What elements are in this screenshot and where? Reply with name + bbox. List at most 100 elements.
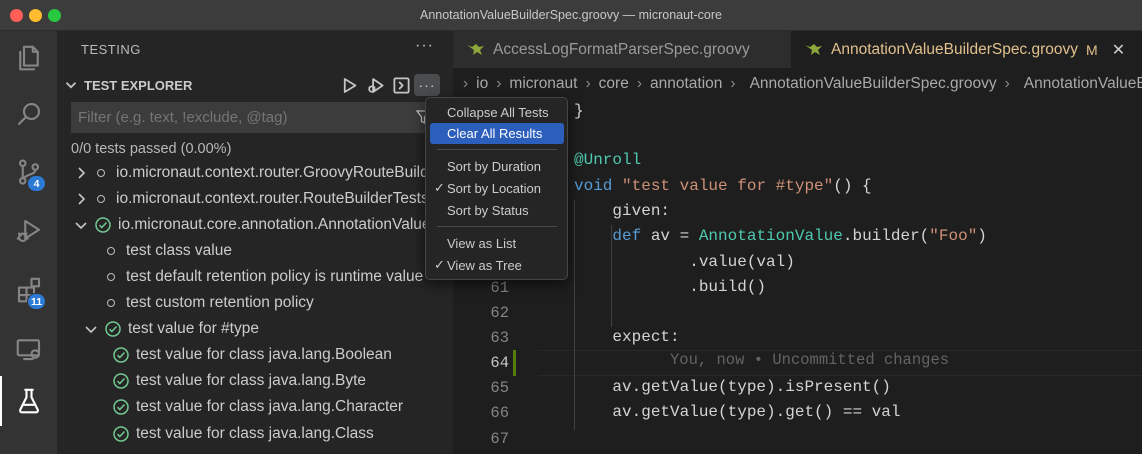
chevron-down-icon xyxy=(62,76,80,94)
breadcrumb-separator: › xyxy=(636,75,642,92)
activity-extensions[interactable]: 11 xyxy=(0,265,57,315)
line-number: 67 xyxy=(490,430,509,448)
groovy-file-icon xyxy=(467,43,484,55)
activity-bar: 4 11 xyxy=(0,31,57,454)
breadcrumb-item[interactable]: AnnotationValueBuilderSpec xyxy=(1024,75,1142,93)
menu-item-label: View as Tree xyxy=(447,258,522,273)
sidebar-title: TESTING xyxy=(81,42,141,57)
code-line: void "test value for #type"() { xyxy=(574,177,872,195)
breadcrumb-separator: › xyxy=(1004,75,1010,92)
breadcrumb-item[interactable]: micronaut xyxy=(509,75,577,93)
code-line: av.getValue(type).isPresent() xyxy=(574,378,891,396)
chevron-down-icon xyxy=(83,321,99,337)
menu-item-sort-by-duration[interactable]: Sort by Duration xyxy=(430,156,564,177)
tree-item-label: io.micronaut.context.router.GroovyRouteB… xyxy=(116,164,453,181)
tree-item-default-retention[interactable]: test default retention policy is runtime… xyxy=(105,264,423,290)
line-number: 64 xyxy=(490,354,509,372)
line-number: 63 xyxy=(490,329,509,347)
run-debug-icon xyxy=(16,219,40,243)
not-run-icon xyxy=(107,247,115,255)
close-tab-icon[interactable]: ✕ xyxy=(1112,40,1125,60)
activity-testing[interactable] xyxy=(0,376,57,426)
tree-item-test-value-for-type[interactable]: test value for #type xyxy=(83,316,259,342)
ellipsis-icon: ··· xyxy=(418,77,436,93)
passed-icon xyxy=(95,217,111,233)
activity-search[interactable] xyxy=(0,89,57,139)
check-icon: ✓ xyxy=(434,180,445,195)
menu-item-sort-by-location[interactable]: ✓ Sort by Location xyxy=(430,178,564,199)
passed-icon xyxy=(113,347,129,363)
debug-run-icon xyxy=(367,77,384,93)
tree-item-boolean[interactable]: test value for class java.lang.Boolean xyxy=(113,342,392,368)
modified-indicator: M xyxy=(1086,41,1098,58)
open-output-button[interactable] xyxy=(388,74,414,96)
tree-item-label: test value for class java.lang.Boolean xyxy=(136,346,392,363)
breadcrumb: › io › micronaut › core › annotation › A… xyxy=(453,71,1142,97)
line-number: 65 xyxy=(490,379,509,397)
menu-separator xyxy=(437,149,557,150)
tab-access-log-format-parser-spec[interactable]: AccessLogFormatParserSpec.groovy xyxy=(453,31,791,68)
tree-item-custom-retention[interactable]: test custom retention policy xyxy=(105,290,314,316)
section-actions: ··· xyxy=(336,74,440,96)
breadcrumb-separator: › xyxy=(496,75,502,92)
not-run-icon xyxy=(107,273,115,281)
menu-item-label: View as List xyxy=(447,236,517,251)
tree-item-test-class-value[interactable]: test class value xyxy=(105,238,232,264)
test-filter-input[interactable] xyxy=(71,102,443,133)
line-number: 62 xyxy=(490,304,509,322)
code-line: .value(val) xyxy=(574,253,795,271)
modified-line-gutter-marker xyxy=(513,350,516,376)
tree-item-route-builder-tests[interactable]: io.micronaut.context.router.RouteBuilder… xyxy=(73,186,429,212)
breadcrumb-item[interactable]: annotation xyxy=(650,75,722,93)
tree-item-byte[interactable]: test value for class java.lang.Byte xyxy=(113,368,366,394)
tree-item-class[interactable]: test value for class java.lang.Class xyxy=(113,421,374,447)
menu-item-clear-all-results[interactable]: Clear All Results xyxy=(430,123,564,144)
terminal-output-icon xyxy=(392,76,410,94)
tree-item-label: test custom retention policy xyxy=(126,294,314,311)
tree-item-label: test value for #type xyxy=(128,320,259,337)
groovy-file-icon xyxy=(805,43,822,55)
activity-explorer[interactable] xyxy=(0,33,57,83)
tree-item-character[interactable]: test value for class java.lang.Character xyxy=(113,394,403,420)
code-line: def av = AnnotationValue.builder("Foo") xyxy=(612,227,987,245)
not-run-icon xyxy=(97,195,105,203)
activity-run-debug[interactable] xyxy=(0,206,57,256)
more-actions-button[interactable]: ··· xyxy=(414,74,440,96)
tab-annotation-value-builder-spec[interactable]: AnnotationValueBuilderSpec.groovy M ✕ xyxy=(791,31,1142,68)
breadcrumb-item[interactable]: AnnotationValueBuilderSpec.groovy xyxy=(750,75,997,93)
test-tree: io.micronaut.context.router.GroovyRouteB… xyxy=(57,161,453,454)
breadcrumb-item[interactable]: core xyxy=(599,75,629,93)
menu-item-view-as-list[interactable]: View as List xyxy=(430,233,564,254)
activity-remote-explorer[interactable] xyxy=(0,324,57,374)
sidebar-more-button[interactable]: ··· xyxy=(415,37,434,55)
menu-separator xyxy=(437,226,557,227)
debug-tests-button[interactable] xyxy=(362,74,388,96)
run-tests-button[interactable] xyxy=(336,74,362,96)
passed-icon xyxy=(113,373,129,389)
menu-item-collapse-all-tests[interactable]: Collapse All Tests xyxy=(430,102,564,123)
remote-explorer-icon xyxy=(16,339,40,361)
search-icon xyxy=(17,102,40,126)
tree-item-label: test value for class java.lang.Character xyxy=(136,398,404,415)
tree-item-annotation-value-builder-spec[interactable]: io.micronaut.core.annotation.AnnotationV… xyxy=(73,212,453,238)
code-line: av.getValue(type).get() == val xyxy=(574,403,901,421)
menu-item-view-as-tree[interactable]: ✓ View as Tree xyxy=(430,255,564,276)
menu-item-label: Collapse All Tests xyxy=(447,105,549,120)
chevron-down-icon xyxy=(73,217,89,233)
code-line: expect: xyxy=(574,328,680,346)
activity-source-control[interactable]: 4 xyxy=(0,147,57,197)
tree-item-label: test value for class java.lang.Byte xyxy=(136,372,367,389)
passed-icon xyxy=(113,399,129,415)
test-explorer-more-menu: Collapse All Tests Clear All Results Sor… xyxy=(425,97,568,280)
menu-item-sort-by-status[interactable]: Sort by Status xyxy=(430,200,564,221)
test-explorer-section-header[interactable]: TEST EXPLORER xyxy=(62,75,192,95)
git-blame-annotation: You, now • Uncommitted changes xyxy=(670,351,950,369)
code-line: .build() xyxy=(574,278,767,296)
breadcrumb-separator: › xyxy=(585,75,591,92)
title-bar: AnnotationValueBuilderSpec.groovy — micr… xyxy=(0,0,1142,31)
tree-item-groovy-route-builder[interactable]: io.micronaut.context.router.GroovyRouteB… xyxy=(73,161,453,186)
tree-item-label: io.micronaut.context.router.RouteBuilder… xyxy=(116,190,429,207)
tab-label: AnnotationValueBuilderSpec.groovy xyxy=(831,40,1079,58)
line-number: 66 xyxy=(490,404,509,422)
breadcrumb-item[interactable]: io xyxy=(476,75,488,93)
